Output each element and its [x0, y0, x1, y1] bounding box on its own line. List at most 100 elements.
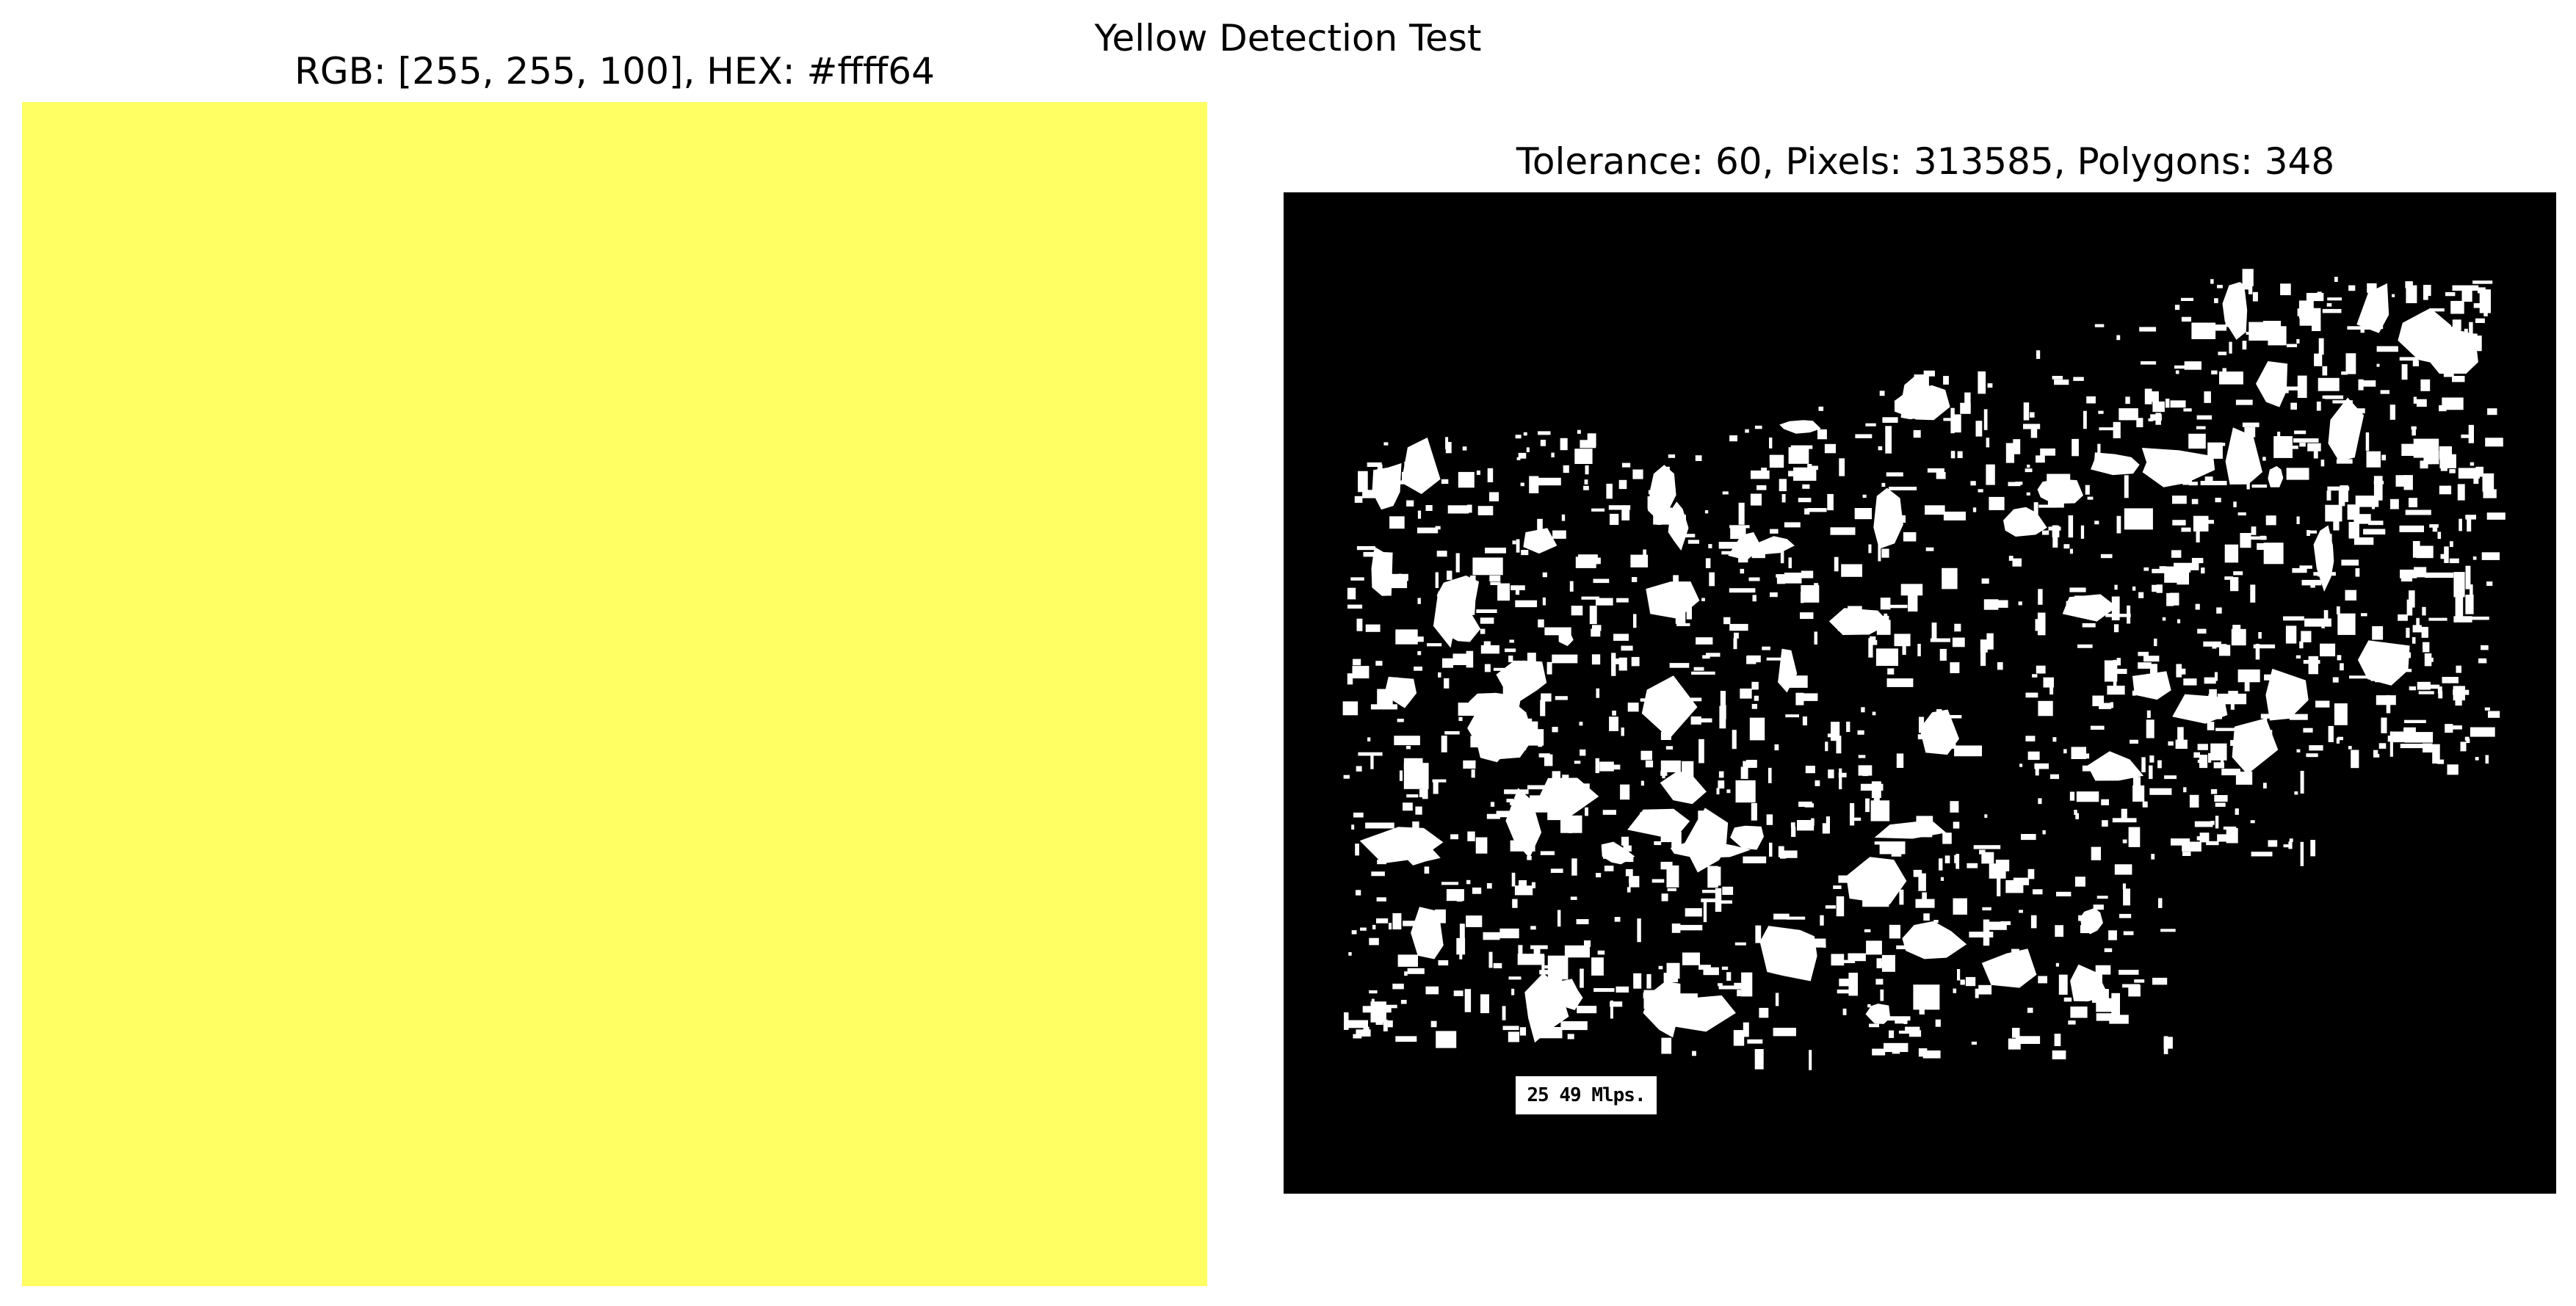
- mask-blob: [2138, 592, 2144, 598]
- mask-blob: [2090, 725, 2105, 730]
- mask-blob: [2246, 332, 2250, 335]
- mask-blob: [2203, 641, 2221, 647]
- mask-blob: [1530, 926, 1536, 930]
- mask-blob: [2439, 485, 2452, 495]
- mask-blob: [2336, 606, 2340, 614]
- mask-blob: [2257, 543, 2273, 550]
- mask-blob: [2253, 644, 2276, 649]
- mask-blob: [1441, 479, 1449, 485]
- mask-blob: [1903, 532, 1917, 542]
- mask-blob: [1480, 617, 1494, 624]
- mask-blob: [1687, 540, 1699, 544]
- mask-blob: [2371, 501, 2376, 509]
- mask-blob: [1880, 989, 1884, 1001]
- mask-blob: [1458, 471, 1475, 488]
- mask-blob: [2356, 283, 2389, 333]
- mask-blob: [2348, 746, 2352, 750]
- mask-blob: [1873, 487, 1903, 549]
- mask-blob: [1403, 802, 1413, 811]
- mask-blob: [2251, 526, 2257, 535]
- mask-blob: [1868, 638, 1873, 658]
- mask-blob: [1608, 505, 1631, 510]
- mask-blob: [2123, 931, 2134, 935]
- mask-blob: [1788, 447, 1809, 464]
- mask-blob: [1509, 639, 1514, 643]
- mask-blob: [2352, 754, 2357, 758]
- mask-blob: [1367, 737, 1371, 741]
- mask-blob: [2467, 518, 2472, 532]
- mask-blob: [1804, 508, 1810, 515]
- mask-blob: [1751, 703, 1757, 709]
- mask-blob: [1512, 899, 1518, 908]
- mask-blob: [2155, 413, 2161, 425]
- mask-blob: [2439, 446, 2452, 460]
- mask-blob: [1425, 505, 1433, 511]
- mask-blob: [1591, 957, 1604, 976]
- mask-blob: [2177, 668, 2186, 675]
- mask-blob: [1788, 557, 1792, 568]
- mask-blob: [1986, 633, 1994, 650]
- mask-blob: [1801, 570, 1814, 578]
- mask-blob: [1975, 421, 1983, 437]
- mask-blob: [2183, 787, 2187, 793]
- mask-blob: [1502, 1026, 1519, 1031]
- mask-blob: [2488, 711, 2500, 718]
- mask-blob: [2299, 565, 2312, 569]
- mask-blob: [1369, 937, 1379, 946]
- mask-blob: [2318, 338, 2324, 355]
- mask-blob: [2292, 567, 2307, 573]
- mask-blob: [2128, 827, 2141, 847]
- mask-blob: [2074, 810, 2077, 815]
- mask-blob: [1766, 814, 1773, 825]
- mask-blob: [1850, 803, 1855, 826]
- mask-blob: [1839, 458, 1845, 476]
- mask-blob: [1462, 446, 1467, 451]
- mask-blob: [2096, 896, 2108, 899]
- mask-blob: [2121, 808, 2127, 822]
- mask-blob: [1347, 587, 1356, 600]
- mask-blob: [1438, 960, 1449, 966]
- mask-blob: [2373, 750, 2378, 758]
- mask-blob: [1703, 901, 1707, 923]
- mask-blob: [1516, 539, 1520, 553]
- mask-blob: [2421, 626, 2428, 638]
- mask-blob: [1769, 454, 1784, 462]
- mask-blob: [1552, 530, 1566, 539]
- mask-blob: [1913, 869, 1922, 877]
- mask-blob: [2326, 490, 2331, 501]
- mask-blob: [1611, 653, 1616, 676]
- mask-blob: [1997, 662, 2003, 670]
- mask-blob: [2124, 508, 2153, 530]
- mask-blob: [1703, 967, 1719, 976]
- mask-blob: [2102, 820, 2108, 827]
- mask-blob: [2037, 479, 2083, 504]
- mask-blob: [2092, 695, 2104, 706]
- mask-blob: [2165, 399, 2170, 408]
- mask-blob: [1729, 623, 1748, 631]
- mask-blob: [1508, 656, 1513, 663]
- mask-blob: [2042, 530, 2049, 535]
- mask-blob: [2215, 498, 2221, 503]
- mask-blob: [2132, 586, 2136, 591]
- mask-blob: [1768, 767, 1772, 783]
- mask-blob: [2456, 665, 2461, 673]
- mask-blob: [1981, 852, 1994, 864]
- mask-blob: [2175, 370, 2179, 374]
- mask-blob: [1574, 761, 1581, 764]
- mask-blob: [2465, 595, 2474, 614]
- mask-blob: [1773, 1028, 1796, 1037]
- mask-blob: [1967, 863, 1978, 868]
- mask-blob: [2472, 280, 2493, 284]
- mask-blob: [2475, 318, 2485, 323]
- mask-blob: [2322, 366, 2328, 376]
- mask-blob: [1397, 954, 1418, 967]
- mask-blob: [2380, 390, 2389, 394]
- mask-blob: [1784, 522, 1801, 528]
- mask-blob: [1450, 834, 1458, 840]
- mask-blob: [1841, 564, 1862, 577]
- mask-blob: [1833, 885, 1842, 889]
- mask-blob: [1828, 769, 1834, 779]
- mask-blob: [2182, 852, 2191, 856]
- mask-blob: [1660, 861, 1673, 870]
- mask-blob: [1944, 855, 1950, 863]
